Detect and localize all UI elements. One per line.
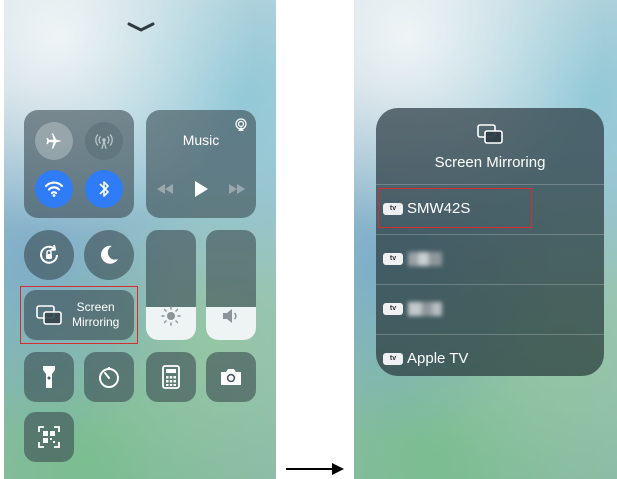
apple-tv-badge-icon: tv	[383, 303, 403, 315]
apple-tv-badge-icon: tv	[383, 353, 403, 365]
camera-button[interactable]	[206, 352, 256, 402]
sun-icon	[161, 306, 181, 326]
wifi-toggle[interactable]	[35, 170, 73, 208]
moon-icon	[101, 245, 118, 264]
device-row-4[interactable]: tv Apple TV	[376, 334, 604, 376]
cellular-data-toggle[interactable]	[85, 122, 123, 160]
panel-title: Screen Mirroring	[434, 154, 546, 171]
camera-icon	[221, 369, 241, 385]
brightness-slider[interactable]	[146, 230, 196, 340]
volume-slider[interactable]	[206, 230, 256, 340]
music-panel[interactable]: Music	[146, 110, 256, 218]
bluetooth-icon	[99, 181, 109, 197]
calculator-button[interactable]	[146, 352, 196, 402]
highlight-device-smw42s	[378, 188, 532, 228]
dismiss-chevron-icon[interactable]	[127, 22, 155, 32]
screen-mirroring-screen: Screen Mirroring tv SMW42S tv tv tv Appl…	[354, 0, 617, 479]
qr-code-icon	[38, 426, 60, 448]
rotation-lock-button[interactable]	[24, 230, 74, 280]
airplay-icon[interactable]	[234, 118, 248, 132]
do-not-disturb-button[interactable]	[84, 230, 134, 280]
calculator-icon	[162, 365, 180, 389]
device-name-redacted	[408, 302, 442, 316]
timer-button[interactable]	[84, 352, 134, 402]
airplane-icon	[46, 133, 62, 149]
airplane-mode-toggle[interactable]	[35, 122, 73, 160]
rotation-lock-icon	[40, 244, 58, 264]
device-row-2[interactable]: tv	[376, 234, 604, 284]
timer-icon	[99, 367, 119, 388]
speaker-icon	[223, 309, 237, 323]
play-icon[interactable]	[194, 181, 208, 197]
highlight-screen-mirroring	[20, 286, 138, 344]
qr-scanner-button[interactable]	[24, 412, 74, 462]
control-center-screen: Music Screen Mirroring	[4, 0, 276, 479]
device-name-redacted	[408, 252, 442, 266]
bluetooth-toggle[interactable]	[85, 170, 123, 208]
flashlight-icon	[43, 366, 55, 388]
next-track-icon[interactable]	[228, 184, 246, 194]
cellular-antenna-icon	[95, 134, 113, 150]
flashlight-button[interactable]	[24, 352, 74, 402]
device-row-3[interactable]: tv	[376, 284, 604, 334]
connectivity-panel	[24, 110, 134, 218]
screen-mirroring-panel: Screen Mirroring tv SMW42S tv tv tv Appl…	[376, 108, 604, 376]
transition-arrow-icon	[286, 463, 344, 475]
music-title: Music	[182, 132, 220, 148]
device-name: Apple TV	[407, 350, 469, 367]
apple-tv-badge-icon: tv	[383, 253, 403, 265]
screen-mirroring-icon	[477, 124, 503, 144]
previous-track-icon[interactable]	[156, 184, 174, 194]
wifi-icon	[44, 181, 64, 197]
